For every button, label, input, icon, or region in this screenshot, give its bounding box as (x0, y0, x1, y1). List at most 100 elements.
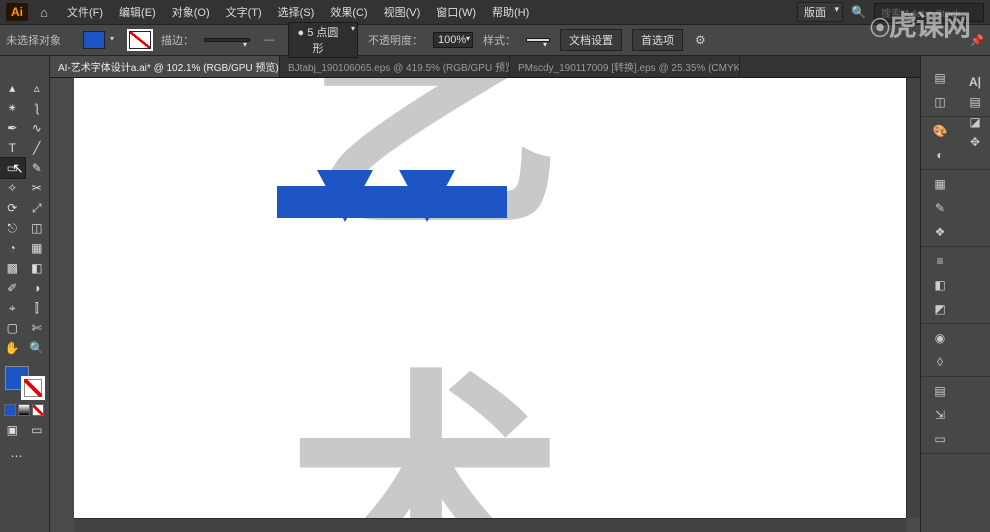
graphic-style[interactable] (526, 38, 550, 42)
width-tool-icon[interactable]: ⎋ (0, 218, 25, 238)
stroke-weight-input[interactable] (204, 38, 250, 42)
color-mode-icon[interactable] (4, 404, 16, 416)
pen-tool-icon[interactable]: ✒ (0, 118, 25, 138)
app-logo: Ai (6, 3, 28, 21)
gradient-tool-icon[interactable]: ◧ (25, 258, 50, 278)
artwork-base-text: 艺术 (286, 78, 709, 518)
slice-tool-icon[interactable]: ✄ (25, 318, 50, 338)
menu-help[interactable]: 帮助(H) (485, 1, 536, 23)
menu-type[interactable]: 文字(T) (219, 1, 269, 23)
document-tab-bar: AI-艺术字体设计a.ai* @ 102.1% (RGB/GPU 预览) × B… (0, 56, 990, 78)
menu-view[interactable]: 视图(V) (377, 1, 428, 23)
appearance-panel-icon[interactable]: ◉ (929, 328, 951, 348)
blend-tool-icon[interactable]: ◑ (25, 278, 50, 298)
shape-builder-tool-icon[interactable]: ◔ (0, 238, 25, 258)
preferences-button[interactable]: 首选项 (632, 29, 683, 51)
selection-status: 未选择对象 (6, 32, 61, 48)
stroke-label: 描边： (161, 32, 194, 48)
document-tab[interactable]: BJtabj_190106065.eps @ 419.5% (RGB/GPU 预… (280, 56, 510, 77)
workspace-switcher[interactable]: 版面 (797, 2, 843, 22)
pathfinder-panel-icon[interactable]: ◪ (964, 112, 986, 132)
shaper-tool-icon[interactable]: ✧ (0, 178, 25, 198)
paintbrush-tool-icon[interactable]: ✎ (25, 158, 50, 178)
menu-bar: Ai ⌂ 文件(F) 编辑(E) 对象(O) 文字(T) 选择(S) 效果(C)… (0, 0, 990, 24)
stroke-panel-icon[interactable]: ≡ (929, 251, 951, 271)
document-tab-label: PMscdy_190117009 [转换].eps @ 25.35% (CMYK… (518, 59, 740, 74)
gear-icon[interactable] (695, 33, 706, 47)
home-icon[interactable]: ⌂ (34, 3, 54, 21)
free-transform-tool-icon[interactable]: ◫ (25, 218, 50, 238)
color-guide-panel-icon[interactable]: ◐ (929, 145, 951, 165)
change-screen-icon[interactable]: ▭ (25, 420, 50, 440)
menu-effect[interactable]: 效果(C) (323, 1, 374, 23)
none-mode-icon[interactable] (32, 404, 44, 416)
properties-panel-icon[interactable]: ▤ (929, 68, 951, 88)
control-bar: 未选择对象 描边： — ● 5 点圆形 不透明度： 100% 样式： 文档设置 … (0, 24, 990, 56)
screen-mode-icon[interactable]: ▣ (0, 420, 25, 440)
stroke-swatch[interactable] (129, 31, 151, 49)
artwork-blue-bar (277, 186, 507, 218)
libraries-panel-icon[interactable]: ◫ (929, 92, 951, 112)
swatches-panel-icon[interactable]: ▦ (929, 174, 951, 194)
menu-window[interactable]: 窗口(W) (429, 1, 483, 23)
gradient-mode-icon[interactable] (18, 404, 30, 416)
rectangle-tool-icon[interactable]: ▭ (0, 158, 25, 178)
hand-tool-icon[interactable]: ✋ (0, 338, 25, 358)
artboard[interactable]: 艺术 (74, 78, 920, 518)
menu-select[interactable]: 选择(S) (271, 1, 322, 23)
column-graph-tool-icon[interactable]: ⫿ (25, 298, 50, 318)
type-tool-icon[interactable]: T (0, 138, 25, 158)
menu-edit[interactable]: 编辑(E) (112, 1, 163, 23)
artwork-blue-triangle (399, 170, 455, 222)
artboards-panel-icon[interactable]: ▭ (929, 429, 951, 449)
rotate-tool-icon[interactable]: ⟳ (0, 198, 25, 218)
artboard-tool-icon[interactable]: ▢ (0, 318, 25, 338)
character-panel-icon[interactable]: A| (964, 72, 986, 92)
selection-tool-icon[interactable]: ▴ (0, 78, 25, 98)
curvature-tool-icon[interactable]: ∿ (25, 118, 50, 138)
zoom-tool-icon[interactable]: 🔍 (25, 338, 50, 358)
color-panel-icon[interactable]: 🎨 (929, 121, 951, 141)
search-stock-input[interactable]: 搜索 Adobe Stock (874, 3, 984, 22)
brushes-panel-icon[interactable]: ✎ (929, 198, 951, 218)
symbol-sprayer-tool-icon[interactable]: ⌖ (0, 298, 25, 318)
eyedropper-tool-icon[interactable]: ✐ (0, 278, 25, 298)
toolbox-stroke-swatch[interactable] (21, 376, 45, 400)
asset-export-panel-icon[interactable]: ⇲ (929, 405, 951, 425)
lasso-tool-icon[interactable]: ƪ (25, 98, 50, 118)
scale-tool-icon[interactable]: ⤢ (25, 198, 50, 218)
transparency-panel-icon[interactable]: ◩ (929, 299, 951, 319)
fill-swatch[interactable] (83, 31, 105, 49)
brush-profile[interactable]: ● 5 点圆形 (288, 22, 358, 58)
magic-wand-tool-icon[interactable]: ✴ (0, 98, 25, 118)
direct-selection-tool-icon[interactable]: ▵ (25, 78, 50, 98)
menu-file[interactable]: 文件(F) (60, 1, 110, 23)
vertical-scrollbar[interactable] (906, 78, 920, 518)
edit-toolbar-icon[interactable]: ⋯ (4, 446, 29, 466)
style-label: 样式： (483, 32, 516, 48)
variable-width-icon[interactable]: — (260, 34, 278, 46)
document-tab[interactable]: PMscdy_190117009 [转换].eps @ 25.35% (CMYK… (510, 56, 740, 77)
horizontal-scrollbar[interactable] (74, 518, 906, 532)
document-setup-button[interactable]: 文档设置 (560, 29, 622, 51)
align-panel-icon[interactable]: ▤ (964, 92, 986, 112)
pin-icon[interactable] (970, 34, 984, 47)
perspective-tool-icon[interactable]: ▦ (25, 238, 50, 258)
toolbox: ▴▵ ✴ƪ ✒∿ T╱ ▭✎ ✧✂ ⟳⤢ ⎋◫ ◔▦ ▩◧ ✐◑ ⌖⫿ ▢✄ ✋… (0, 56, 50, 532)
symbols-panel-icon[interactable]: ❖ (929, 222, 951, 242)
search-icon[interactable]: 🔍 (851, 5, 866, 19)
menu-object[interactable]: 对象(O) (165, 1, 217, 23)
layers-panel-icon[interactable]: ▤ (929, 381, 951, 401)
transform-panel-icon[interactable]: ✥ (964, 132, 986, 152)
fill-stroke-indicator[interactable] (3, 364, 47, 402)
document-tab[interactable]: AI-艺术字体设计a.ai* @ 102.1% (RGB/GPU 预览) × (50, 56, 280, 77)
line-tool-icon[interactable]: ╱ (25, 138, 50, 158)
mesh-tool-icon[interactable]: ▩ (0, 258, 25, 278)
graphic-styles-panel-icon[interactable]: ◊ (929, 352, 951, 372)
document-tab-label: BJtabj_190106065.eps @ 419.5% (RGB/GPU 预… (288, 59, 510, 74)
eraser-tool-icon[interactable]: ✂ (25, 178, 50, 198)
gradient-panel-icon[interactable]: ◧ (929, 275, 951, 295)
artwork-blue-triangle (317, 170, 373, 222)
panel-dock: ▤ ◫ 🎨 ◐ ▦ ✎ ❖ ≡ ◧ ◩ ◉ ◊ ▤ ⇲ ▭ A| ▤ ◪ ✥ (920, 56, 990, 532)
opacity-input[interactable]: 100% (433, 32, 473, 48)
